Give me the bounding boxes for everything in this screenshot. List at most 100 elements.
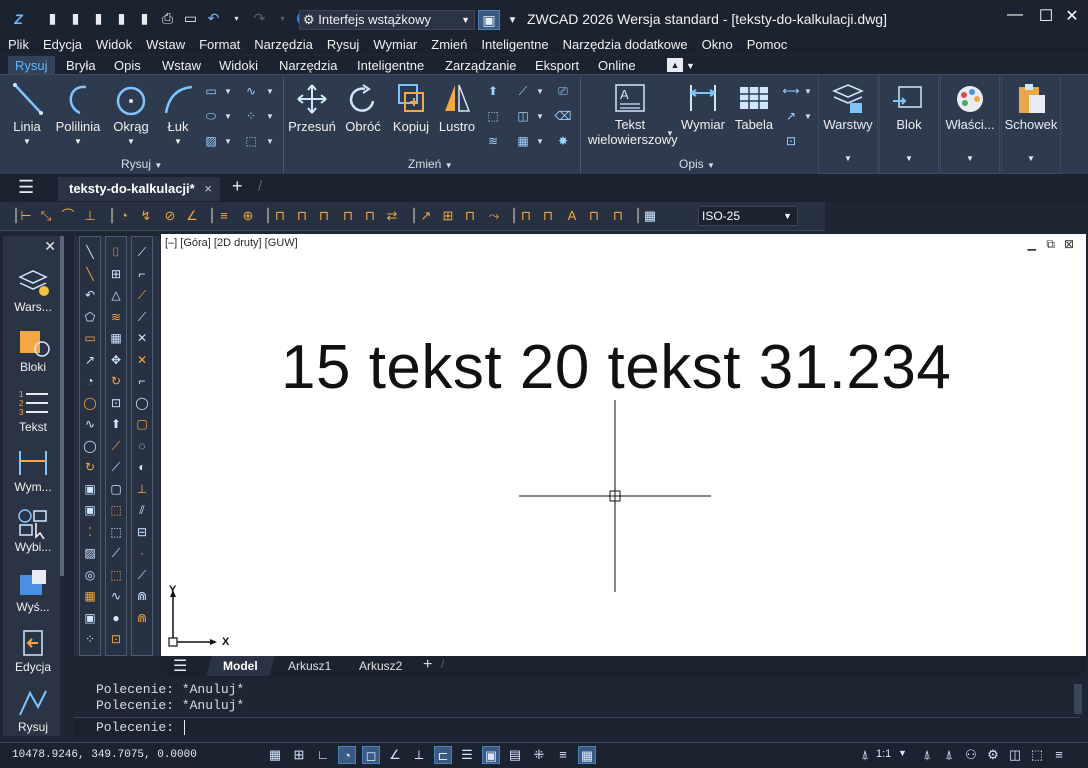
workspace-toggle-icon[interactable]: ▣ (478, 10, 500, 30)
command-line[interactable]: Polecenie: (74, 717, 1080, 737)
menu-smart[interactable]: Inteligentne (474, 37, 555, 52)
draw-tool-icon[interactable]: ⟋ (134, 244, 150, 260)
app-logo-icon[interactable]: Z (10, 10, 27, 27)
chevron-down-icon[interactable]: ▼ (666, 129, 674, 138)
maximize-button[interactable]: ☐ (1032, 6, 1060, 28)
draw-tool-icon[interactable]: ∿ (82, 416, 98, 432)
draw-tool-icon[interactable]: ◯ (82, 395, 98, 411)
chevron-down-icon[interactable]: ▼ (536, 112, 544, 121)
draw-tool-icon[interactable]: ✕ (134, 330, 150, 346)
palette-extract[interactable]: Wyś... (7, 566, 59, 614)
dim-jogged-icon[interactable]: ↯ (138, 208, 154, 224)
stretch-icon[interactable]: ⬆ (484, 83, 502, 99)
menu-format[interactable]: Format (192, 37, 247, 52)
minimize-button[interactable]: — (1001, 6, 1029, 28)
dim-update-icon[interactable]: ⊓ (540, 208, 556, 224)
mirror-button[interactable]: Lustro (435, 81, 479, 134)
rectangle-icon[interactable]: ▭ (202, 83, 220, 99)
draw-tool-icon[interactable]: ⬚ (108, 502, 124, 518)
menu-window[interactable]: Okno (695, 37, 740, 52)
tab-layout1[interactable]: Arkusz1 (288, 659, 331, 673)
dim-ordinate-icon[interactable]: ⊥ (82, 208, 98, 224)
draw-tool-icon[interactable]: ▣ (82, 610, 98, 626)
dim-linear-icon[interactable]: ⊢ (18, 208, 34, 224)
print-icon[interactable]: ⎙ (159, 10, 176, 27)
menu-extra-tools[interactable]: Narzędzia dodatkowe (556, 37, 695, 52)
draw-tool-icon[interactable]: · (134, 545, 150, 561)
palette-edit[interactable]: Edycja (7, 626, 59, 674)
draw-tool-icon[interactable]: ⁘ (82, 631, 98, 647)
mtext-button[interactable]: A Tekst wielowierszowy (588, 81, 678, 147)
draw-tool-icon[interactable]: ≋ (108, 309, 124, 325)
chevron-down-icon[interactable]: ▼ (266, 112, 274, 121)
workspace-select[interactable]: ⚙ Interfejs wstążkowy ▼ (299, 10, 475, 30)
tab-insert[interactable]: Wstaw (162, 56, 201, 76)
palette-draw[interactable]: Rysuj (7, 686, 59, 734)
draw-tool-icon[interactable]: ◔ (82, 373, 98, 389)
draw-tool-icon[interactable]: ▣ (82, 481, 98, 497)
workspace-icon[interactable]: ▦ (578, 746, 596, 764)
dim-break-icon[interactable]: ⊓ (340, 208, 356, 224)
tab-export[interactable]: Eksport (535, 56, 579, 76)
block-panel[interactable]: Blok ▼ (879, 74, 939, 174)
chevron-down-icon[interactable]: ▼ (266, 87, 274, 96)
draw-tool-icon[interactable]: ⊞ (108, 266, 124, 282)
drawing-text[interactable]: 15 tekst 20 tekst 31.234 (281, 332, 951, 403)
tolerance-icon[interactable]: ⊡ (782, 133, 800, 149)
draw-tool-icon[interactable]: ⌷ (108, 244, 124, 260)
tab-model[interactable]: Model (206, 656, 275, 676)
dimension-button[interactable]: Wymiar (678, 81, 728, 132)
dim-baseline-icon[interactable]: ⊓ (272, 208, 288, 224)
chevron-down-icon[interactable]: ▼ (224, 112, 232, 121)
line-button[interactable]: Linia ▼ (4, 81, 50, 149)
lineweight-icon[interactable]: ☰ (458, 746, 476, 764)
draw-tool-icon[interactable]: ▢ (108, 481, 124, 497)
undo-icon[interactable]: ↶ (205, 10, 222, 27)
close-tab-icon[interactable]: × (204, 177, 212, 201)
linear-dim-icon[interactable]: ⟷ (782, 83, 800, 99)
dim-radius-icon[interactable]: ◔ (116, 208, 132, 224)
save-all-icon[interactable]: ▮ (136, 10, 153, 27)
draw-tool-icon[interactable]: ⟋ (108, 438, 124, 454)
otrack-icon[interactable]: ∠ (386, 746, 404, 764)
selection-cycle-icon[interactable]: ⁜ (530, 746, 548, 764)
draw-tool-icon[interactable]: ⟋ (134, 567, 150, 583)
chevron-down-icon[interactable]: ▼ (804, 112, 812, 121)
draw-tool-icon[interactable]: ⁚ (82, 524, 98, 540)
draw-tool-icon[interactable]: ∿ (108, 588, 124, 604)
tab-annotate[interactable]: Opis (114, 56, 141, 76)
dim-angular-icon[interactable]: ∠ (184, 208, 200, 224)
tab-views[interactable]: Widoki (219, 56, 258, 76)
undo-dropdown-icon[interactable]: ▾ (228, 10, 245, 27)
annotation-monitor-icon[interactable]: ≡ (554, 746, 572, 764)
dim-diameter-icon[interactable]: ⊘ (162, 208, 178, 224)
dim-oblique-icon[interactable]: ⊓ (518, 208, 534, 224)
palette-layers[interactable]: Wars... (7, 266, 59, 314)
viewport-minimize-icon[interactable]: ▁ (1028, 238, 1036, 251)
viewport-controls[interactable]: [–] [Góra] [2D druty] [GUW] (165, 237, 298, 249)
dim-reassociate-icon[interactable]: ⊓ (586, 208, 602, 224)
draw-tool-icon[interactable]: ╲ (82, 244, 98, 260)
draw-tool-icon[interactable]: ↻ (82, 459, 98, 475)
dim-style-select[interactable]: ISO-25 ▼ (698, 206, 798, 226)
menu-help[interactable]: Pomoc (740, 37, 794, 52)
save-as-icon[interactable]: ▮ (113, 10, 130, 27)
dim-override-icon[interactable]: ⊓ (610, 208, 626, 224)
menu-tools[interactable]: Narzędzia (247, 37, 320, 52)
draw-tool-icon[interactable]: ⊡ (108, 395, 124, 411)
dim-quick-icon[interactable]: ≡ (216, 208, 232, 224)
draw-tool-icon[interactable]: ↻ (108, 373, 124, 389)
properties-panel[interactable]: Właści... ▼ (940, 74, 1000, 174)
leader-tool-icon[interactable]: ↗ (418, 208, 434, 224)
explode-icon[interactable]: ✸ (554, 133, 572, 149)
draw-tool-icon[interactable]: ╲ (82, 266, 98, 282)
draw-tool-icon[interactable]: ▦ (108, 330, 124, 346)
spline-icon[interactable]: ∿ (242, 83, 260, 99)
trim-icon[interactable]: ⟋ (514, 83, 532, 99)
annotation-scale-icon[interactable]: ⍋ (856, 746, 874, 764)
rotate-button[interactable]: Obróć (340, 81, 386, 134)
coordinates-readout[interactable]: 10478.9246, 349.7075, 0.0000 (12, 749, 197, 761)
draw-tool-icon[interactable]: ⬆ (108, 416, 124, 432)
menu-edit[interactable]: Edycja (36, 37, 89, 52)
palette-text[interactable]: 123 Tekst (7, 386, 59, 434)
